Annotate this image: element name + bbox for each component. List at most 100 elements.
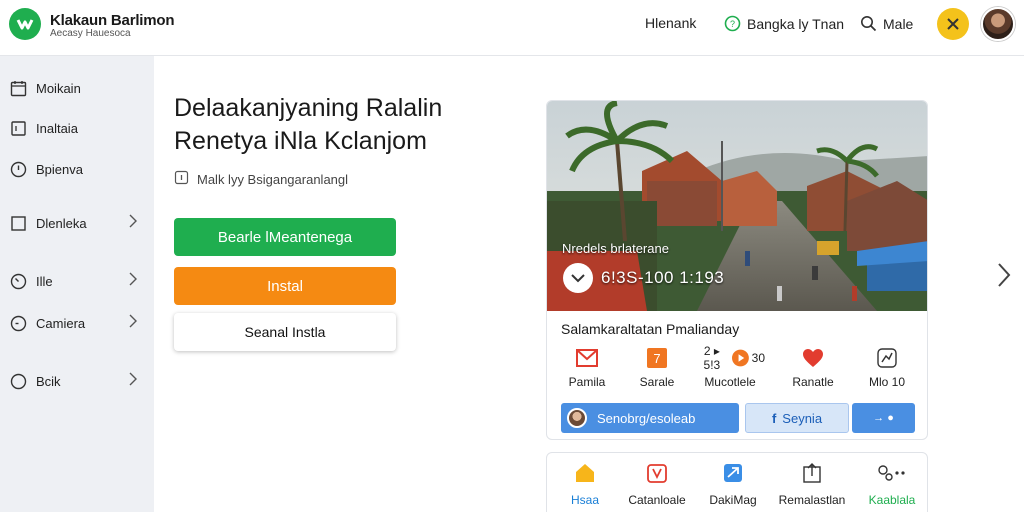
video-prefix: 2 ▸ 5!3 bbox=[703, 344, 721, 372]
card-action-pamila[interactable]: Pamila bbox=[552, 347, 622, 389]
search-icon bbox=[860, 15, 877, 32]
nav-link-label: Bangka ly Tnan bbox=[747, 15, 845, 32]
chevron-right-icon bbox=[998, 263, 1011, 287]
pill-label: Senobrg/esoleab bbox=[597, 410, 696, 426]
bottom-nav-kaablala[interactable]: Kaablala bbox=[854, 461, 930, 507]
card-action-ranatle[interactable]: Ranatle bbox=[778, 347, 848, 389]
sidebar-item-label: Camiera bbox=[36, 315, 86, 331]
heart-icon bbox=[778, 347, 848, 369]
chevron-right-icon bbox=[128, 372, 138, 391]
sidebar-item-label: Bcik bbox=[36, 373, 61, 389]
nav-link-help[interactable]: ? Bangka ly Tnan bbox=[724, 15, 844, 32]
page-title-line-2: Renetya iNla Kclanjom bbox=[174, 127, 427, 155]
sidebar-item-dlenleka[interactable]: Dlenleka bbox=[0, 208, 154, 238]
pill-avatar bbox=[567, 408, 587, 428]
upload-icon bbox=[774, 461, 850, 485]
brand-title: Klakaun Barlimon bbox=[50, 12, 175, 29]
sidebar-item-label: Moikain bbox=[36, 80, 81, 96]
village-photo: Nredels brlaterane 6!3S-100 1:193 bbox=[547, 101, 927, 311]
hero-note-text: Malk lyy Bsigangaranlangl bbox=[197, 171, 349, 187]
facebook-share-button[interactable]: f Seynia bbox=[745, 403, 849, 433]
video-suffix: 30 bbox=[751, 351, 765, 365]
brand-subtitle: Aecasy Hauesoca bbox=[50, 28, 131, 39]
nav-link-1[interactable]: Hlenank bbox=[645, 15, 696, 31]
card-action-label: Pamila bbox=[568, 375, 606, 389]
sidebar-item-label: Dlenleka bbox=[36, 215, 87, 231]
primary-cta-button[interactable]: Bearle lMeantenega bbox=[174, 218, 396, 256]
photo-caption: Nredels brlaterane bbox=[562, 241, 669, 256]
bottom-nav-remalastlan[interactable]: Remalastlan bbox=[774, 461, 850, 507]
close-button[interactable] bbox=[937, 8, 969, 40]
next-slide-button[interactable] bbox=[993, 260, 1015, 290]
sidebar-item-ille[interactable]: Ille bbox=[0, 266, 154, 296]
card-title: Salamkaraltatan Pmalianday bbox=[561, 321, 740, 337]
page-title-line-1: Delaakanjyaning Ralalin bbox=[174, 94, 443, 122]
sidebar: Moikain Inaltaia Bpienva Dlenleka Ille C… bbox=[0, 56, 154, 512]
chevron-right-icon bbox=[128, 214, 138, 233]
nav-link-label: Male bbox=[883, 15, 914, 32]
video-icon: 2 ▸ 5!3 30 bbox=[695, 344, 765, 372]
activity-icon bbox=[852, 347, 922, 369]
sidebar-item-bpienva[interactable]: Bpienva bbox=[0, 154, 154, 184]
profile-pill-button[interactable]: Senobrg/esoleab bbox=[561, 403, 739, 433]
svg-text:?: ? bbox=[730, 19, 735, 29]
secondary-install-button[interactable]: Seanal Instla bbox=[174, 313, 396, 351]
more-icon: → ● bbox=[873, 412, 894, 424]
sidebar-item-bcik[interactable]: Bcik bbox=[0, 366, 154, 396]
install-button[interactable]: Instal bbox=[174, 267, 396, 305]
card-action-label: Sarale bbox=[639, 375, 675, 389]
chevron-right-icon bbox=[128, 314, 138, 333]
home-icon bbox=[547, 461, 623, 485]
bottom-nav-dakimag[interactable]: DakiMag bbox=[695, 461, 771, 507]
card-action-sarale[interactable]: 7 Sarale bbox=[622, 347, 692, 389]
sidebar-item-inaltaia[interactable]: Inaltaia bbox=[0, 113, 154, 143]
bottom-nav-label: Kaablala bbox=[868, 493, 916, 507]
calendar-badge: 7 bbox=[653, 351, 660, 366]
settings-icon bbox=[854, 461, 930, 485]
send-icon bbox=[695, 461, 771, 485]
compass-icon bbox=[9, 314, 27, 332]
card-action-label: Mucotlele bbox=[704, 375, 756, 389]
bottom-nav: Hsaa Catanloale DakiMag Remalastlan Kaab… bbox=[546, 452, 928, 512]
sidebar-item-camiera[interactable]: Camiera bbox=[0, 308, 154, 338]
chevron-down-icon bbox=[571, 274, 585, 283]
bottom-nav-home[interactable]: Hsaa bbox=[547, 461, 623, 507]
hero-note: Malk lyy Bsigangaranlangl bbox=[174, 170, 348, 188]
card-action-label: Ranatle bbox=[792, 375, 834, 389]
bottom-nav-label: Remalastlan bbox=[778, 493, 846, 507]
chevron-right-icon bbox=[128, 272, 138, 291]
nav-link-label: Hlenank bbox=[645, 15, 697, 31]
logo-mark-icon bbox=[16, 19, 34, 30]
sidebar-item-label: Bpienva bbox=[36, 161, 83, 177]
calendar-icon bbox=[9, 79, 27, 97]
sidebar-item-label: Inaltaia bbox=[36, 120, 78, 136]
play-button[interactable] bbox=[563, 263, 593, 293]
brand-logo[interactable] bbox=[9, 8, 41, 40]
bottom-nav-label: DakiMag bbox=[709, 493, 757, 507]
help-circle-icon: ? bbox=[724, 15, 741, 32]
pill-label: Seynia bbox=[782, 410, 823, 426]
card-action-mucotlele[interactable]: 2 ▸ 5!3 30 Mucotlele bbox=[695, 344, 765, 389]
facebook-icon: f bbox=[771, 410, 777, 426]
clock-icon bbox=[9, 160, 27, 178]
more-options-button[interactable]: → ● bbox=[852, 403, 915, 433]
bottom-nav-catalog[interactable]: Catanloale bbox=[619, 461, 695, 507]
photo-stat: 6!3S-100 1:193 bbox=[601, 268, 725, 287]
sidebar-item-moikain[interactable]: Moikain bbox=[0, 73, 154, 103]
card-action-mlo[interactable]: Mlo 10 bbox=[852, 347, 922, 389]
card-action-label: Mlo 10 bbox=[868, 375, 906, 389]
close-icon bbox=[947, 18, 959, 30]
square-icon bbox=[9, 214, 27, 232]
top-header: Klakaun Barlimon Aecasy Hauesoca Hlenank… bbox=[0, 0, 1024, 56]
user-avatar[interactable] bbox=[981, 7, 1015, 41]
bottom-nav-label: Hsaa bbox=[570, 493, 599, 507]
feature-card: Nredels brlaterane 6!3S-100 1:193 Salamk… bbox=[546, 100, 928, 440]
calendar-icon: 7 bbox=[622, 347, 692, 369]
gift-icon bbox=[619, 461, 695, 485]
nav-link-search[interactable]: Male bbox=[860, 15, 913, 32]
timer-icon bbox=[9, 272, 27, 290]
mail-icon bbox=[552, 347, 622, 369]
bottom-nav-label: Catanloale bbox=[628, 493, 686, 507]
document-icon bbox=[9, 119, 27, 137]
page-title: Delaakanjyaning Ralalin Renetya iNla Kcl… bbox=[174, 92, 514, 158]
